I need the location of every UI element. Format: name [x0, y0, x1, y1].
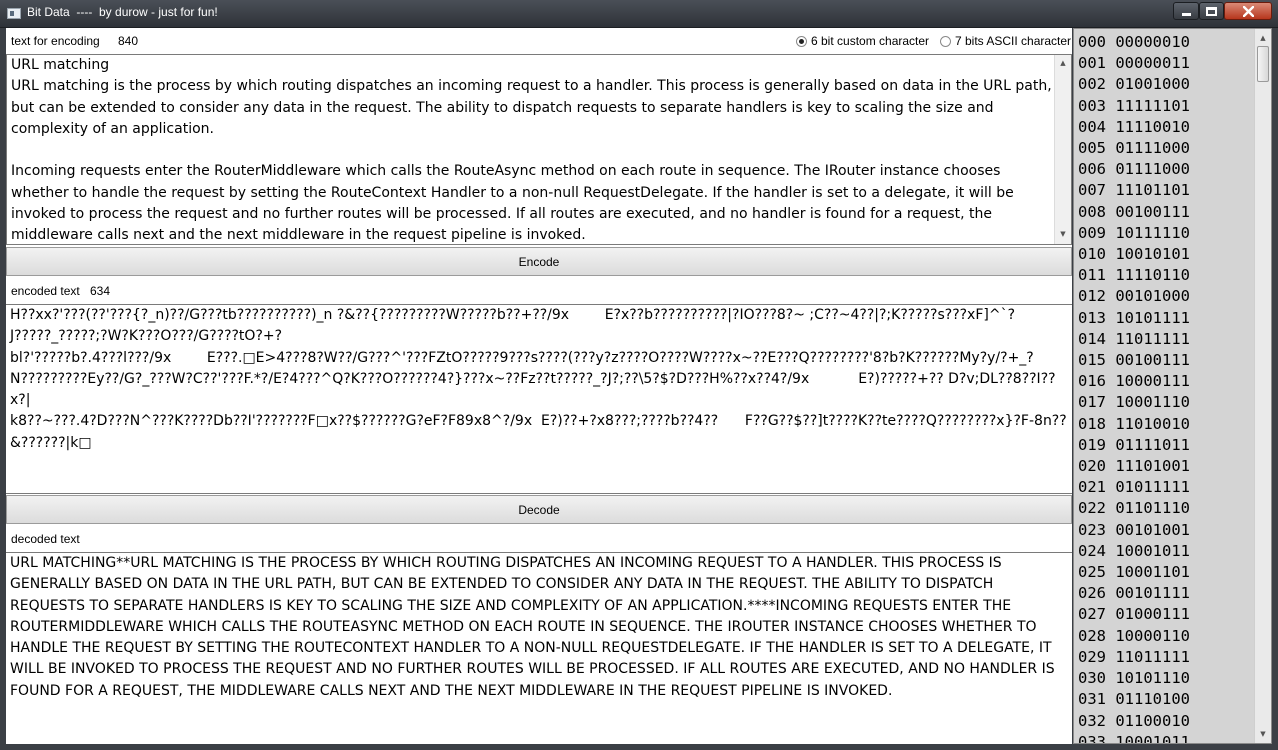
encode-button[interactable]: Encode: [6, 247, 1072, 276]
bit-table-row: 008 00100111: [1078, 202, 1190, 221]
bit-table-row: 025 10001101: [1078, 563, 1190, 582]
bit-table-row: 028 10000110: [1078, 626, 1190, 645]
bit-table-panel[interactable]: 000 00000010 001 00000011 002 01001000 003 …: [1073, 28, 1272, 744]
radio-7bit-label: 7 bits ASCII character: [955, 34, 1072, 48]
minimize-button[interactable]: [1173, 2, 1199, 20]
bit-table-row: 003 11111101: [1078, 96, 1190, 115]
decoded-label: decoded text: [11, 532, 80, 546]
scroll-down-icon[interactable]: ▼: [1057, 228, 1069, 242]
scroll-up-icon[interactable]: ▲: [1257, 31, 1269, 45]
close-icon: [1242, 5, 1254, 17]
decoded-textarea[interactable]: URL MATCHING**URL MATCHING IS THE PROCES…: [6, 552, 1072, 744]
encoding-header: text for encoding 840 6 bit custom chara…: [6, 28, 1072, 54]
encoded-text[interactable]: H??xx?'???(??'???{?_n)??/G???tb?????????…: [10, 305, 1068, 454]
encoded-char-count: 634: [90, 284, 111, 298]
scroll-up-icon[interactable]: ▲: [1057, 57, 1069, 71]
radio-6bit[interactable]: 6 bit custom character: [796, 34, 929, 48]
title-bar: Bit Data ---- by durow - just for fun!: [0, 0, 1278, 28]
main-panel: text for encoding 840 6 bit custom chara…: [6, 28, 1072, 744]
bit-table-row: 009 10111110: [1078, 223, 1190, 242]
input-text[interactable]: URL matching URL matching is the process…: [11, 55, 1053, 244]
bit-table-row: 032 01100010: [1078, 711, 1190, 730]
bit-table-row: 031 01110100: [1078, 690, 1190, 709]
radio-6bit-label: 6 bit custom character: [811, 34, 930, 48]
decoded-header: decoded text: [6, 526, 1072, 552]
bit-table-row: 011 11110110: [1078, 266, 1190, 285]
bit-table-row: 020 11101001: [1078, 457, 1190, 476]
bit-table-row: 033 10001011: [1078, 732, 1190, 744]
bit-table-row: 013 10101111: [1078, 308, 1190, 327]
bit-table-row: 014 11011111: [1078, 329, 1190, 348]
bit-table-row: 027 01000111: [1078, 605, 1190, 624]
bit-table-row: 015 00100111: [1078, 351, 1190, 370]
bit-table-scroll-thumb[interactable]: [1257, 46, 1269, 82]
bit-table-row: 010 10010101: [1078, 245, 1190, 264]
bit-table-row: 022 01101110: [1078, 499, 1190, 518]
bit-table-list[interactable]: 000 00000010 001 00000011 002 01001000 003 …: [1078, 32, 1190, 744]
encoded-textarea[interactable]: H??xx?'???(??'???{?_n)??/G???tb?????????…: [6, 304, 1072, 494]
minimize-icon: [1181, 12, 1191, 16]
bit-table-row: 001 00000011: [1078, 54, 1190, 73]
bit-table-row: 012 00101000: [1078, 287, 1190, 306]
bit-table-row: 002 01001000: [1078, 75, 1190, 94]
radio-6bit-indicator[interactable]: [796, 35, 807, 47]
bit-table-row: 017 10001110: [1078, 393, 1190, 412]
encoded-header: encoded text 634: [6, 278, 1072, 304]
radio-7bit-indicator[interactable]: [940, 35, 951, 47]
bit-table-row: 007 11101101: [1078, 181, 1190, 200]
radio-7bit[interactable]: 7 bits ASCII character: [940, 34, 1071, 48]
app-icon: [7, 8, 21, 19]
bit-table-row: 029 11011111: [1078, 647, 1190, 666]
bit-table-row: 024 10001011: [1078, 541, 1190, 560]
bit-table-row: 005 01111000: [1078, 139, 1190, 158]
scroll-down-icon[interactable]: ▼: [1257, 727, 1269, 741]
input-scrollbar[interactable]: ▲ ▼: [1054, 55, 1071, 244]
bit-table-row: 018 11010010: [1078, 414, 1190, 433]
decode-button[interactable]: Decode: [6, 495, 1072, 524]
encoded-label: encoded text: [11, 284, 80, 298]
encoding-char-count: 840: [118, 34, 139, 48]
bit-table-row: 030 10101110: [1078, 669, 1190, 688]
maximize-icon: [1206, 6, 1217, 16]
bit-table-scrollbar[interactable]: ▲ ▼: [1254, 29, 1271, 743]
decoded-text[interactable]: URL MATCHING**URL MATCHING IS THE PROCES…: [10, 553, 1068, 702]
close-button[interactable]: [1224, 2, 1272, 20]
encoding-label: text for encoding: [11, 34, 100, 48]
input-textarea[interactable]: URL matching URL matching is the process…: [6, 54, 1072, 245]
bit-table-row: 021 01011111: [1078, 478, 1190, 497]
bit-table-row: 000 00000010: [1078, 33, 1190, 51]
bit-table-row: 019 01111011: [1078, 435, 1190, 454]
window-title: Bit Data ---- by durow - just for fun!: [27, 5, 218, 19]
bit-table-row: 006 01111000: [1078, 160, 1190, 179]
bit-table-row: 026 00101111: [1078, 584, 1190, 603]
maximize-button[interactable]: [1199, 2, 1224, 20]
bit-table-row: 016 10000111: [1078, 372, 1190, 391]
bit-table-row: 004 11110010: [1078, 117, 1190, 136]
bit-table-row: 023 00101001: [1078, 520, 1190, 539]
